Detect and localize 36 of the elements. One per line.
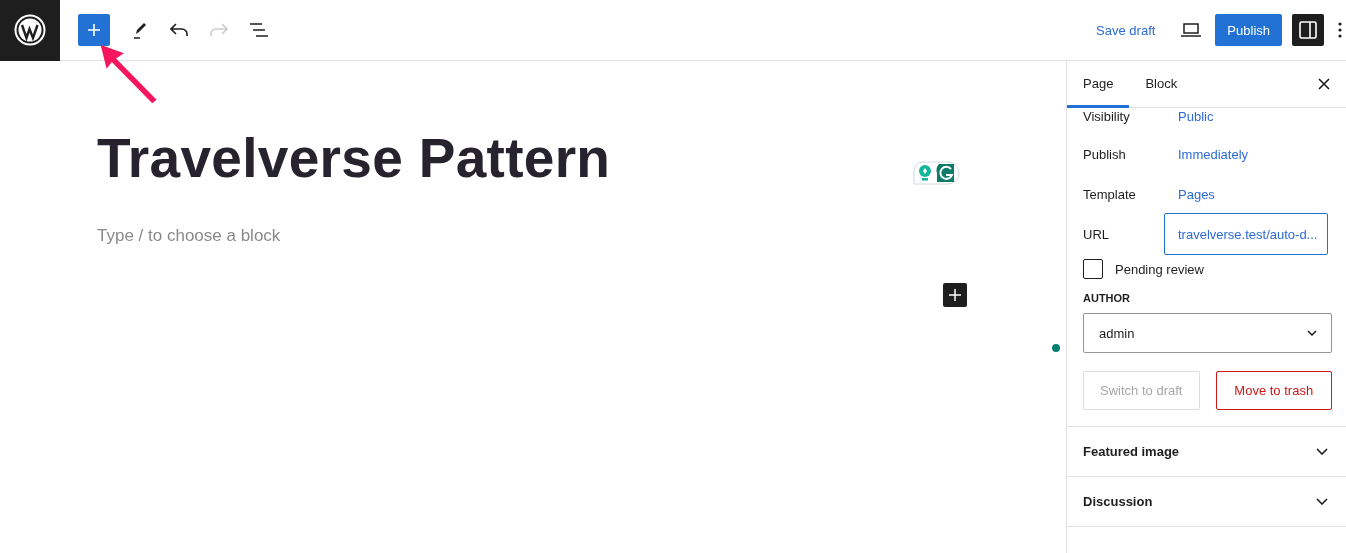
field-label: Publish — [1083, 146, 1127, 162]
save-draft-link[interactable]: Save draft — [1096, 22, 1156, 38]
chevron-icon — [1307, 330, 1317, 336]
laptop-icon[interactable] — [1181, 23, 1202, 37]
grammarly-widget-drawing[interactable] — [910, 160, 960, 186]
panel-section-header[interactable]: Discussion — [1067, 477, 1346, 527]
author-select[interactable]: admin — [1083, 313, 1332, 353]
field-label: Template — [1083, 186, 1137, 202]
block-placeholder[interactable]: Type / to choose a block — [97, 226, 1066, 246]
trash-button[interactable]: Move to trash — [1215, 371, 1332, 410]
panel-section-header[interactable]: Featured image — [1067, 427, 1346, 477]
status-dot-icon — [1052, 344, 1060, 352]
checkbox[interactable] — [1083, 259, 1103, 279]
setting-link[interactable]: Pages — [1178, 186, 1215, 202]
add-block-button[interactable] — [943, 283, 967, 307]
plus-icon — [949, 289, 961, 301]
undo-icon[interactable] — [170, 23, 188, 37]
section-label: AUTHOR — [1083, 292, 1132, 304]
more-options-icon[interactable] — [1338, 22, 1342, 38]
publish-button[interactable]: Publish — [1215, 14, 1282, 46]
settings-toggle-button[interactable] — [1292, 14, 1324, 46]
field-label: Visibility — [1083, 108, 1131, 124]
list-view-icon[interactable] — [250, 23, 268, 37]
pen-icon[interactable] — [132, 21, 148, 39]
setting-link[interactable]: Immediately — [1178, 146, 1249, 162]
url-field[interactable]: travelverse.test/auto-d... — [1164, 213, 1329, 255]
sidebar-tab[interactable]: Page — [1067, 61, 1130, 108]
checkbox-label[interactable]: Pending review — [1115, 261, 1204, 277]
sidebar-tab[interactable]: Block — [1129, 61, 1194, 108]
wordpress-logo-icon[interactable] — [0, 0, 60, 61]
page-title[interactable]: Travelverse Pattern — [97, 123, 1066, 193]
field-label: URL — [1083, 226, 1110, 242]
sidebar-panel-icon — [1299, 21, 1317, 39]
setting-link[interactable]: Public — [1178, 108, 1214, 124]
close-icon[interactable] — [1318, 78, 1330, 90]
plus-icon — [87, 23, 101, 37]
